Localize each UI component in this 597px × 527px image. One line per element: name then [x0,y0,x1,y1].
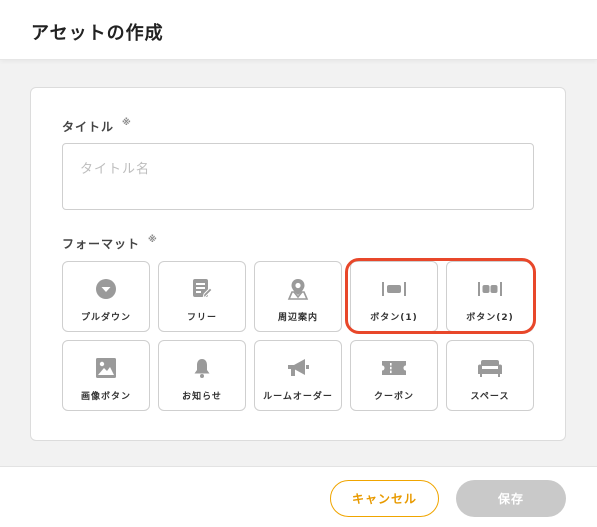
format-tile-label: フリー [186,313,217,323]
cancel-button[interactable]: キャンセル [330,480,439,517]
format-tile-free[interactable]: フリー [158,261,246,332]
megaphone-icon [255,357,341,379]
dialog-header: アセットの作成 [0,0,597,60]
format-tile-button-2[interactable]: ボタン(2) [446,261,534,332]
title-label-row: タイトル ※ [62,118,132,135]
double-button-icon [447,278,533,300]
dropdown-circle-icon [63,278,149,300]
format-tile-label: ボタン(1) [370,313,418,323]
format-tile-pulldown[interactable]: プルダウン [62,261,150,332]
format-tile-notice[interactable]: お知らせ [158,340,246,411]
format-tile-label: ルームオーダー [263,392,333,402]
format-tile-label: 画像ボタン [80,392,131,402]
image-icon [63,357,149,379]
free-edit-icon [159,278,245,300]
map-pin-icon [255,278,341,300]
format-tile-label: 周辺案内 [277,313,318,323]
format-label-row: フォーマット ※ [62,235,158,252]
dialog-footer: キャンセル 保存 [0,466,597,527]
save-button[interactable]: 保存 [456,480,566,517]
format-tile-nearby[interactable]: 周辺案内 [254,261,342,332]
format-tile-label: ボタン(2) [466,313,514,323]
format-tile-space[interactable]: スペース [446,340,534,411]
format-tile-label: プルダウン [80,313,131,323]
format-tile-label: お知らせ [182,392,222,402]
title-label: タイトル [62,120,115,134]
format-tile-label: スペース [470,392,510,402]
format-label: フォーマット [62,237,141,251]
format-tile-room-order[interactable]: ルームオーダー [254,340,342,411]
single-button-icon [351,278,437,300]
format-tile-label: クーポン [373,392,414,402]
required-mark: ※ [148,235,158,245]
bell-icon [159,357,245,379]
dialog-title: アセットの作成 [31,23,164,44]
sofa-icon [447,357,533,379]
required-mark: ※ [122,118,132,128]
format-tile-coupon[interactable]: クーポン [350,340,438,411]
ticket-icon [351,357,437,379]
format-tile-image-button[interactable]: 画像ボタン [62,340,150,411]
format-tile-button-1[interactable]: ボタン(1) [350,261,438,332]
title-input[interactable] [62,143,534,210]
